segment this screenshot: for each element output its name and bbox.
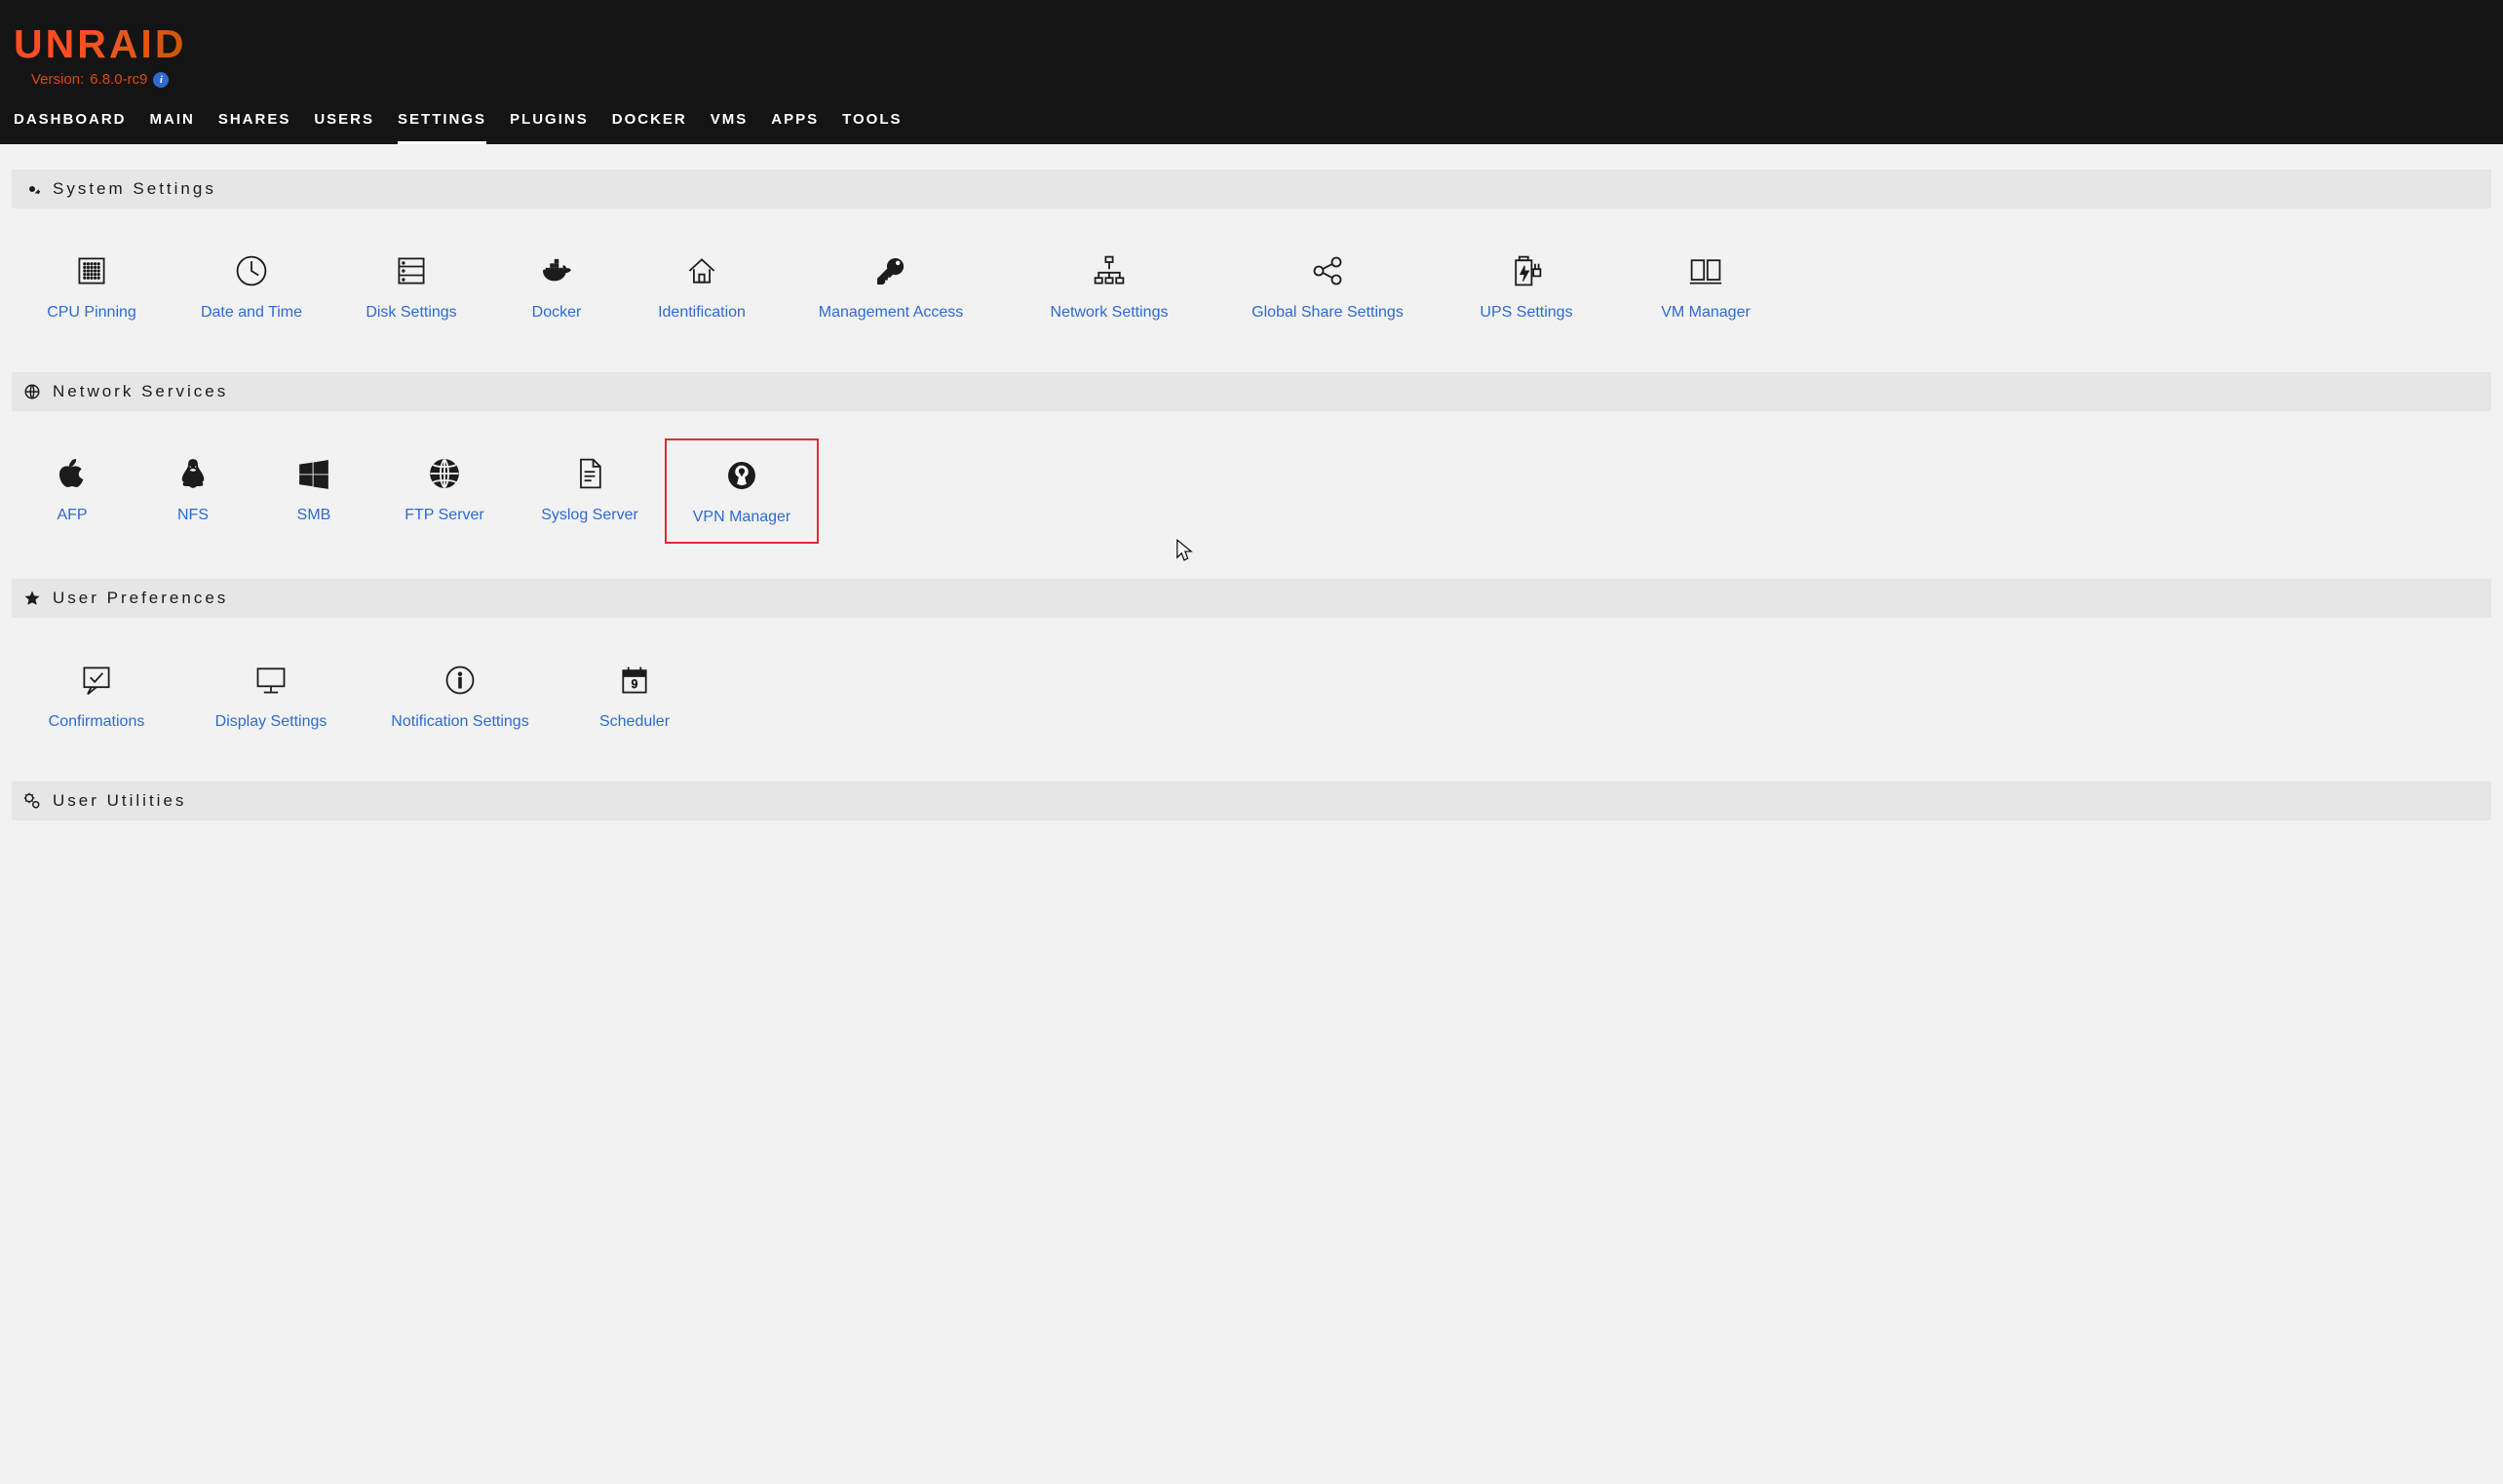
tile-mgmt-access[interactable]: Management Access xyxy=(782,236,1000,337)
clock-icon xyxy=(234,253,269,288)
main-nav: DASHBOARD MAIN SHARES USERS SETTINGS PLUGINS D… xyxy=(12,88,2491,144)
tile-label: Scheduler xyxy=(599,713,670,731)
nav-item-apps[interactable]: APPS xyxy=(771,111,819,144)
tile-ups-settings[interactable]: UPS Settings xyxy=(1437,236,1616,337)
section-title: System Settings xyxy=(53,179,216,199)
version-line: Version: 6.8.0-rc9 i xyxy=(31,71,2491,88)
section-header-util: User Utilities xyxy=(12,781,2491,820)
app-header: UNRAID Version: 6.8.0-rc9 i DASHBOARD MAI… xyxy=(0,0,2503,144)
tile-label: VPN Manager xyxy=(693,509,791,526)
tile-notification-settings[interactable]: Notification Settings xyxy=(361,645,559,746)
apple-icon xyxy=(55,456,90,491)
confirm-icon xyxy=(79,663,114,698)
monitor-icon xyxy=(253,663,289,698)
tile-global-share[interactable]: Global Share Settings xyxy=(1218,236,1437,337)
brand-logo: UNRAID xyxy=(14,21,186,67)
tile-label: VM Manager xyxy=(1661,304,1751,322)
section-title: User Utilities xyxy=(53,791,186,811)
nav-item-plugins[interactable]: PLUGINS xyxy=(510,111,589,144)
share-icon xyxy=(1310,253,1345,288)
tile-label: NFS xyxy=(177,507,209,524)
tile-scheduler[interactable]: Scheduler xyxy=(559,645,710,746)
nav-item-users[interactable]: USERS xyxy=(314,111,374,144)
tile-identification[interactable]: Identification xyxy=(622,236,782,337)
tile-label: Identification xyxy=(658,304,746,322)
nav-item-dashboard[interactable]: DASHBOARD xyxy=(14,111,127,144)
globe-icon xyxy=(427,456,462,491)
tile-ftp-server[interactable]: FTP Server xyxy=(374,438,515,544)
tile-label: Notification Settings xyxy=(391,713,528,731)
disk-icon xyxy=(394,253,429,288)
info-icon[interactable]: i xyxy=(153,72,169,88)
tile-label: Date and Time xyxy=(201,304,302,322)
tile-label: Global Share Settings xyxy=(1252,304,1404,322)
network-icon xyxy=(1092,253,1127,288)
section-title: Network Services xyxy=(53,382,228,401)
tile-cpu-pinning[interactable]: CPU Pinning xyxy=(12,236,172,337)
docker-icon xyxy=(539,253,574,288)
tile-label: Network Settings xyxy=(1051,304,1169,322)
calendar-icon xyxy=(617,663,652,698)
section-header-system: System Settings xyxy=(12,170,2491,209)
tile-label: Management Access xyxy=(819,304,964,322)
section-header-prefs: User Preferences xyxy=(12,579,2491,618)
tile-label: Syslog Server xyxy=(541,507,638,524)
cpu-icon xyxy=(74,253,109,288)
info-icon xyxy=(443,663,478,698)
tile-display-settings[interactable]: Display Settings xyxy=(181,645,361,746)
star-icon xyxy=(23,590,41,607)
tile-confirmations[interactable]: Confirmations xyxy=(12,645,181,746)
gear-icon xyxy=(23,180,41,198)
tile-label: AFP xyxy=(57,507,87,524)
key-icon xyxy=(873,253,908,288)
tile-label: Confirmations xyxy=(49,713,145,731)
gears-icon xyxy=(23,792,41,810)
tile-vpn-manager[interactable]: VPN Manager xyxy=(665,438,819,544)
windows-icon xyxy=(296,456,331,491)
nav-item-tools[interactable]: TOOLS xyxy=(842,111,902,144)
tile-label: UPS Settings xyxy=(1480,304,1572,322)
tiles-network: AFP NFS SMB FTP Server Syslog Server VPN Mana… xyxy=(12,411,2491,552)
tile-afp[interactable]: AFP xyxy=(12,438,133,544)
tile-syslog-server[interactable]: Syslog Server xyxy=(515,438,665,544)
tile-label: CPU Pinning xyxy=(47,304,136,322)
tile-network-settings[interactable]: Network Settings xyxy=(1000,236,1218,337)
nav-item-settings[interactable]: SETTINGS xyxy=(398,111,486,144)
linux-icon xyxy=(175,456,211,491)
tile-label: SMB xyxy=(297,507,331,524)
tile-smb[interactable]: SMB xyxy=(253,438,374,544)
home-icon xyxy=(684,253,719,288)
tile-nfs[interactable]: NFS xyxy=(133,438,253,544)
settings-body: System Settings CPU Pinning Date and Time… xyxy=(0,144,2503,859)
tile-docker[interactable]: Docker xyxy=(491,236,622,337)
tile-disk-settings[interactable]: Disk Settings xyxy=(331,236,491,337)
document-icon xyxy=(572,456,607,491)
tile-date-time[interactable]: Date and Time xyxy=(172,236,331,337)
tile-label: FTP Server xyxy=(404,507,484,524)
tile-vm-manager[interactable]: VM Manager xyxy=(1616,236,1795,337)
tiles-system: CPU Pinning Date and Time Disk Settings Doc… xyxy=(12,209,2491,345)
nav-item-vms[interactable]: VMS xyxy=(711,111,749,144)
version-number: 6.8.0-rc9 xyxy=(90,71,147,88)
ups-icon xyxy=(1509,253,1544,288)
nav-item-docker[interactable]: DOCKER xyxy=(612,111,687,144)
tile-label: Docker xyxy=(532,304,582,322)
section-title: User Preferences xyxy=(53,589,228,608)
vpn-icon xyxy=(724,458,759,493)
tile-label: Display Settings xyxy=(215,713,327,731)
tiles-prefs: Confirmations Display Settings Notificatio… xyxy=(12,618,2491,754)
vm-icon xyxy=(1688,253,1723,288)
globe-icon xyxy=(23,383,41,400)
tile-label: Disk Settings xyxy=(366,304,456,322)
version-prefix: Version: xyxy=(31,71,84,88)
nav-item-shares[interactable]: SHARES xyxy=(218,111,291,144)
section-header-network: Network Services xyxy=(12,372,2491,411)
nav-item-main[interactable]: MAIN xyxy=(150,111,195,144)
